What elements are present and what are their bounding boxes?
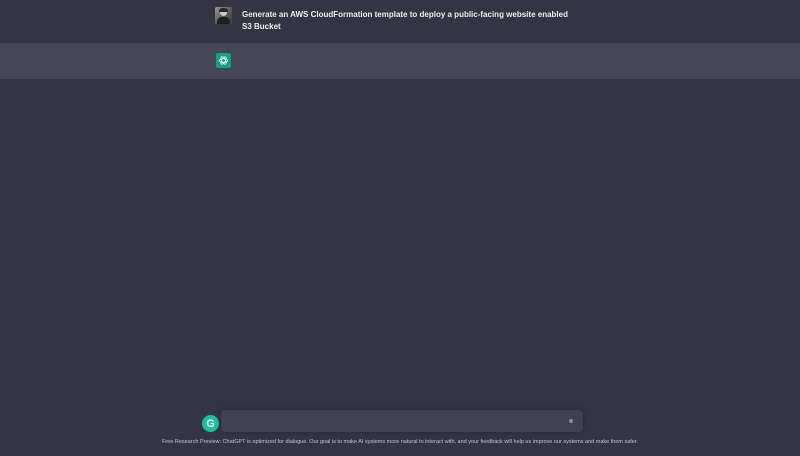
grammarly-icon[interactable]: G <box>202 415 219 432</box>
assistant-message-row <box>0 43 800 79</box>
message-composer[interactable] <box>221 410 583 432</box>
footer-disclaimer: Free Research Preview: ChatGPT is optimi… <box>162 439 638 445</box>
message-input[interactable] <box>229 410 559 432</box>
user-avatar <box>215 7 232 24</box>
send-icon[interactable] <box>569 419 573 423</box>
chatgpt-logo-icon <box>216 53 231 68</box>
user-message-row: Generate an AWS CloudFormation template … <box>0 0 800 43</box>
user-message-text: Generate an AWS CloudFormation template … <box>242 10 568 31</box>
